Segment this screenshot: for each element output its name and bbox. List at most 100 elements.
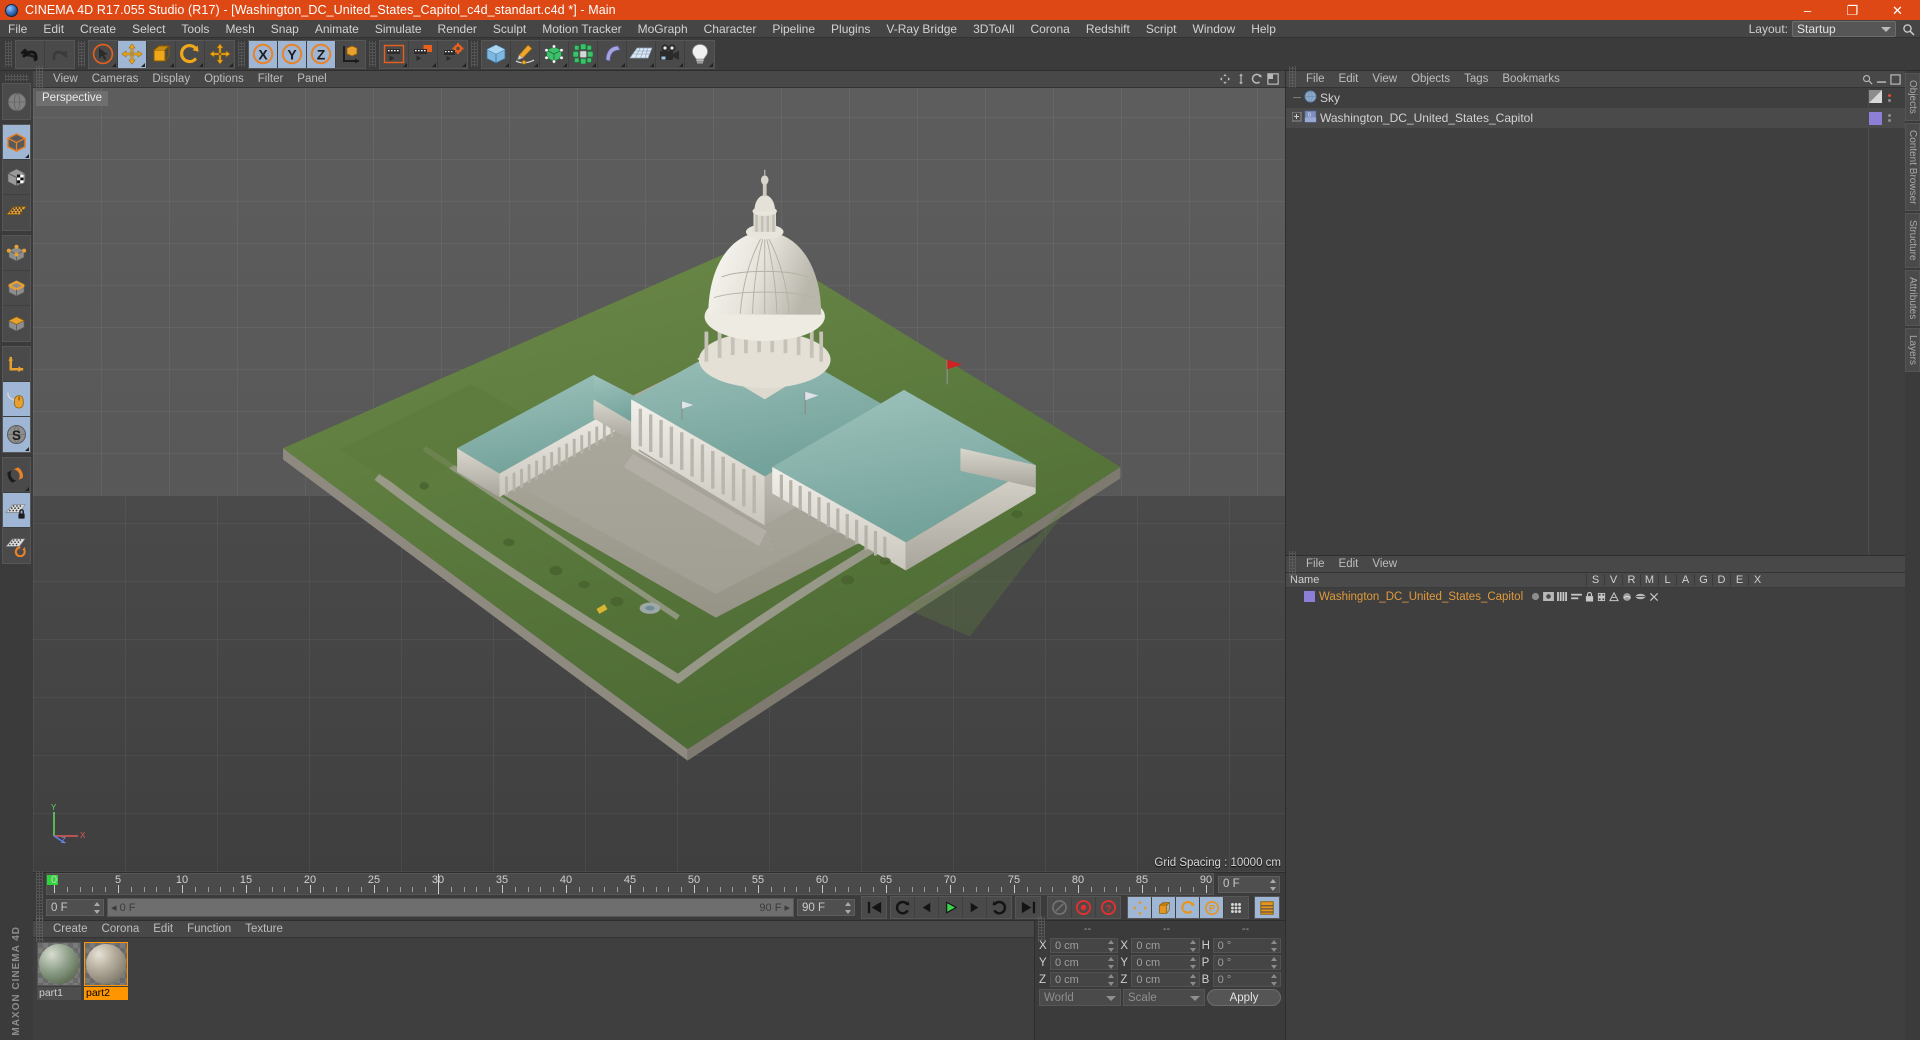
layer-color-swatch[interactable]: [1869, 111, 1882, 125]
layer-col-d[interactable]: D: [1712, 574, 1730, 586]
end-frame-field[interactable]: 90 F: [797, 899, 855, 916]
start-frame-field[interactable]: 0 F: [46, 899, 104, 916]
toolbar-grip-handle-3[interactable]: [238, 41, 245, 67]
perspective-viewport[interactable]: Perspective Grid Spacing : 10000 cm Y X …: [33, 88, 1285, 872]
menu-motion-tracker[interactable]: Motion Tracker: [534, 20, 629, 38]
mograph-cloner-button[interactable]: [569, 40, 598, 68]
menu-file[interactable]: File: [0, 20, 35, 38]
timeline-frame-field[interactable]: 0 F: [1218, 875, 1280, 893]
spinner-icon-sz[interactable]: [1189, 974, 1197, 986]
tab-attributes[interactable]: Attributes: [1905, 269, 1920, 327]
render-to-picture-viewer-button[interactable]: [409, 40, 438, 68]
viewport-menu-options[interactable]: Options: [197, 71, 251, 88]
manager-toggle-icon[interactable]: [1571, 592, 1583, 601]
spinner-icon-h[interactable]: [1270, 940, 1278, 952]
render-toggle-icon[interactable]: [1557, 592, 1568, 601]
maximize-button[interactable]: ❐: [1830, 0, 1875, 20]
expand-collapse-icon[interactable]: [1290, 111, 1304, 125]
coordinate-system-dropdown[interactable]: World: [1039, 989, 1121, 1006]
points-mode-button[interactable]: [3, 236, 30, 271]
record-scale-button[interactable]: [1152, 897, 1176, 918]
dope-sheet-button[interactable]: [1255, 897, 1279, 918]
object-row-capitol[interactable]: 0 Washington_DC_United_States_Capitol: [1286, 108, 1905, 128]
spinner-icon-pz[interactable]: [1108, 974, 1115, 986]
left-palette-grip[interactable]: [4, 74, 29, 81]
redo-button[interactable]: [45, 40, 74, 68]
xref-toggle-icon[interactable]: [1649, 592, 1659, 602]
apply-button[interactable]: Apply: [1207, 989, 1281, 1006]
close-button[interactable]: ✕: [1875, 0, 1920, 20]
layer-menu-view[interactable]: View: [1365, 556, 1404, 573]
go-to-start-button[interactable]: [862, 897, 886, 918]
object-menu-file[interactable]: File: [1299, 71, 1332, 88]
go-to-end-button[interactable]: [1016, 897, 1040, 918]
magnet-tool-button[interactable]: [3, 458, 30, 493]
view-toggle-icon[interactable]: [1543, 592, 1555, 601]
object-menu-objects[interactable]: Objects: [1404, 71, 1457, 88]
world-object-coordinate-button[interactable]: [336, 40, 365, 68]
material-canvas[interactable]: part1 part2: [33, 938, 1034, 1040]
spinner-icon-b[interactable]: [1270, 974, 1278, 986]
tab-objects[interactable]: Objects: [1905, 73, 1920, 121]
menu-mesh[interactable]: Mesh: [217, 20, 262, 38]
capitol-3d-model[interactable]: [121, 166, 1198, 825]
record-rotation-button[interactable]: [1176, 897, 1200, 918]
record-pla-button[interactable]: [1224, 897, 1248, 918]
enable-snap-button[interactable]: S: [3, 417, 30, 452]
edges-mode-button[interactable]: [3, 271, 30, 306]
viewport-menu-panel[interactable]: Panel: [290, 71, 333, 88]
menu-select[interactable]: Select: [124, 20, 173, 38]
object-menu-view[interactable]: View: [1365, 71, 1404, 88]
spinner-icon-py[interactable]: [1108, 957, 1115, 969]
viewport-menu-display[interactable]: Display: [145, 71, 197, 88]
scale-tool-button[interactable]: [147, 40, 176, 68]
coord-field-rot-p[interactable]: 0 °: [1212, 955, 1281, 970]
menu-window[interactable]: Window: [1185, 20, 1244, 38]
menu-vray-bridge[interactable]: V-Ray Bridge: [878, 20, 965, 38]
lock-workplane-button[interactable]: [3, 493, 30, 528]
layer-col-a[interactable]: A: [1676, 574, 1694, 586]
layer-color-chip[interactable]: [1304, 591, 1315, 602]
toolbar-grip-handle[interactable]: [5, 41, 12, 67]
layer-col-r[interactable]: R: [1622, 574, 1640, 586]
viewport-camera-label[interactable]: Perspective: [36, 91, 109, 106]
menu-simulate[interactable]: Simulate: [367, 20, 430, 38]
lock-z-axis-button[interactable]: Z: [307, 40, 336, 68]
material-manager-grip[interactable]: [36, 916, 43, 942]
layer-col-v[interactable]: V: [1604, 574, 1622, 586]
record-active-objects-button[interactable]: [1072, 897, 1096, 918]
viewport-menu-view[interactable]: View: [46, 71, 85, 88]
material-menu-texture[interactable]: Texture: [238, 921, 290, 938]
layout-dropdown[interactable]: Startup: [1792, 21, 1896, 37]
autokeying-button[interactable]: [1048, 897, 1072, 918]
menu-sculpt[interactable]: Sculpt: [485, 20, 534, 38]
polygon-grid-mode-button[interactable]: [3, 195, 30, 230]
menu-3dtoall[interactable]: 3DToAll: [965, 20, 1022, 38]
object-name-sky[interactable]: Sky: [1320, 91, 1340, 105]
move-alt-tool-button[interactable]: [205, 40, 234, 68]
layer-menu-edit[interactable]: Edit: [1332, 556, 1366, 573]
deformer-bend-button[interactable]: [598, 40, 627, 68]
viewport-menu-cameras[interactable]: Cameras: [85, 71, 146, 88]
menu-tools[interactable]: Tools: [173, 20, 217, 38]
menu-character[interactable]: Character: [696, 20, 765, 38]
play-forward-loop-button[interactable]: [987, 897, 1011, 918]
menu-create[interactable]: Create: [72, 20, 124, 38]
render-settings-button[interactable]: [438, 40, 467, 68]
object-row-sky[interactable]: ─ Sky: [1286, 88, 1905, 108]
coord-field-pos-x[interactable]: 0 cm: [1050, 938, 1119, 953]
layer-col-g[interactable]: G: [1694, 574, 1712, 586]
expressions-toggle-icon[interactable]: [1635, 592, 1646, 601]
viewport-menu-filter[interactable]: Filter: [251, 71, 291, 88]
coord-field-rot-b[interactable]: 0 °: [1212, 972, 1281, 987]
preview-range-slider[interactable]: ◂ 0 F 90 F ▸: [107, 898, 794, 917]
material-menu-corona[interactable]: Corona: [95, 921, 147, 938]
object-menu-tags[interactable]: Tags: [1457, 71, 1495, 88]
timeline-grip[interactable]: [36, 871, 43, 897]
spinner-icon-3[interactable]: [845, 902, 852, 914]
object-menu-bookmarks[interactable]: Bookmarks: [1495, 71, 1567, 88]
material-item-part2[interactable]: part2: [84, 942, 128, 1000]
record-parameter-button[interactable]: P: [1200, 897, 1224, 918]
polygons-mode-button[interactable]: [3, 306, 30, 341]
menu-script[interactable]: Script: [1138, 20, 1185, 38]
